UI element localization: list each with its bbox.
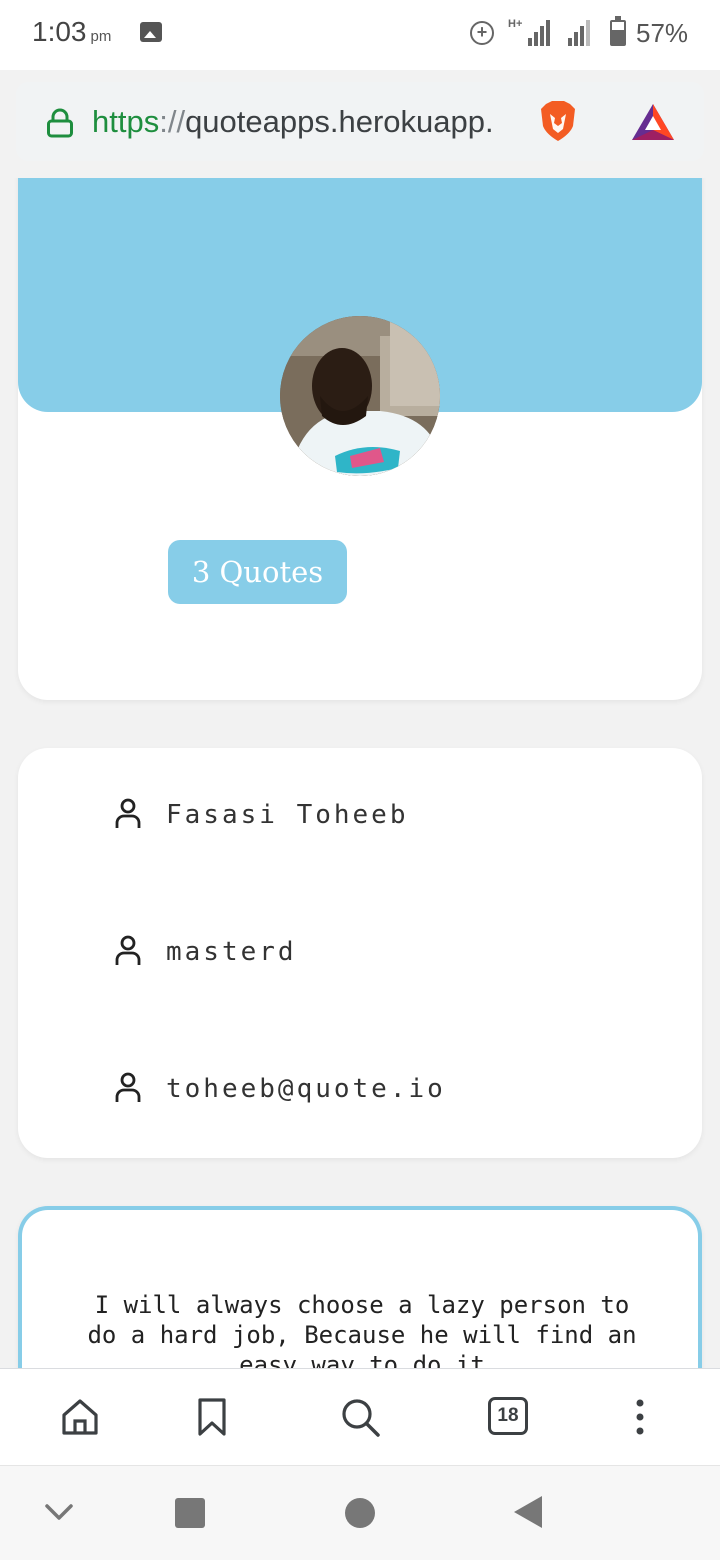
username-text: masterd <box>166 937 297 967</box>
recent-apps-button[interactable] <box>175 1498 205 1528</box>
bookmark-icon[interactable] <box>190 1395 234 1439</box>
page-viewport[interactable]: 3 Quotes Fasasi Toheeb masterd toheeb@qu… <box>0 178 720 1368</box>
user-info-card: Fasasi Toheeb masterd toheeb@quote.io <box>18 748 702 1158</box>
network-type: H+ <box>508 18 523 30</box>
url-text[interactable]: https://quoteapps.herokuapp. <box>92 104 494 140</box>
brave-shields-icon[interactable] <box>538 100 578 142</box>
gallery-notification-icon <box>140 22 162 42</box>
email-text: toheeb@quote.io <box>166 1074 446 1104</box>
chevron-down-icon[interactable] <box>44 1500 74 1524</box>
battery-percentage: 57% <box>636 18 689 48</box>
overflow-menu-icon[interactable] <box>618 1395 662 1439</box>
battery-icon <box>610 16 626 46</box>
url-separator: :// <box>159 104 186 139</box>
quotes-count-badge[interactable]: 3 Quotes <box>168 540 347 604</box>
person-icon <box>115 798 141 828</box>
home-button[interactable] <box>345 1498 375 1528</box>
url-scheme: https <box>92 104 160 139</box>
person-icon <box>115 935 141 965</box>
tabs-button[interactable]: 18 <box>488 1397 528 1435</box>
person-icon <box>115 1072 141 1102</box>
lock-icon[interactable] <box>46 108 74 138</box>
search-icon[interactable] <box>338 1395 382 1439</box>
home-icon[interactable] <box>58 1395 102 1439</box>
quote-text: I will always choose a lazy person to do… <box>87 1291 637 1368</box>
bat-rewards-icon[interactable] <box>630 102 676 142</box>
system-nav-bar <box>0 1465 720 1560</box>
status-bar: 1:03 pm + H+ 57% <box>0 0 720 70</box>
status-time: 1:03 pm <box>32 16 112 47</box>
full-name-text: Fasasi Toheeb <box>166 800 409 830</box>
status-ampm: pm <box>90 28 112 45</box>
profile-card: 3 Quotes <box>18 178 702 700</box>
signal-strength-icon-2 <box>568 18 596 46</box>
address-bar[interactable]: https://quoteapps.herokuapp. <box>16 82 704 161</box>
back-button[interactable] <box>514 1496 542 1528</box>
url-host: quoteapps.herokuapp. <box>185 104 494 139</box>
browser-toolbar: 18 <box>0 1368 720 1465</box>
quote-card[interactable]: I will always choose a lazy person to do… <box>18 1206 702 1368</box>
signal-strength-icon <box>528 18 556 46</box>
profile-avatar <box>280 316 440 476</box>
data-saver-icon: + <box>470 21 494 45</box>
avatar-photo <box>280 316 440 476</box>
